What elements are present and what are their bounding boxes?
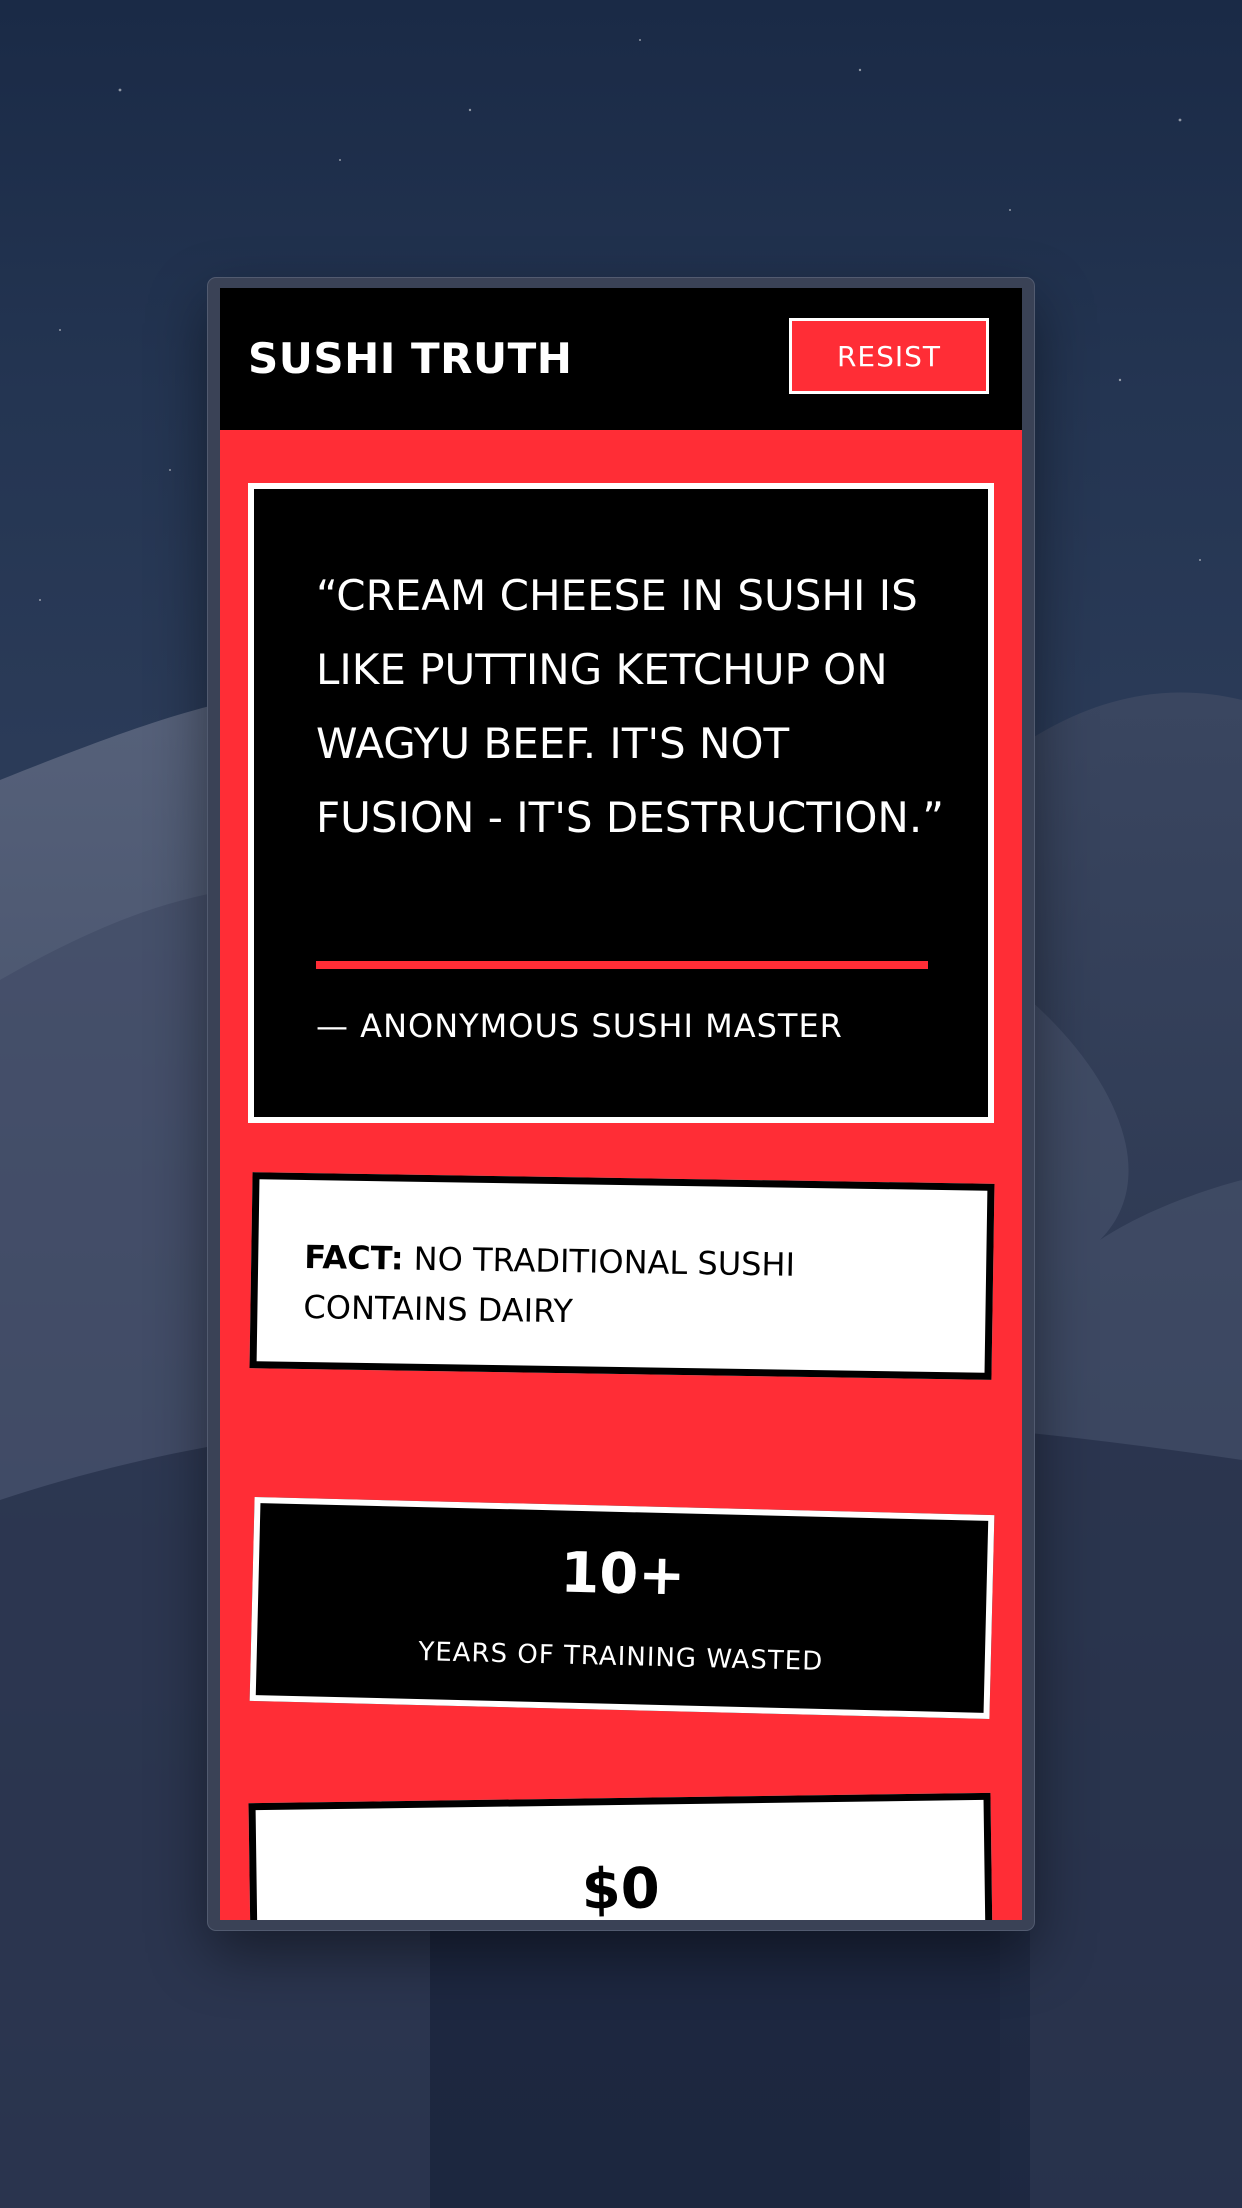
app-viewport[interactable]: SUSHI TRUTH RESIST “CREAM CHEESE IN SUSH… xyxy=(220,288,1022,1920)
stat-value: $0 xyxy=(581,1856,661,1920)
stat-value: 10+ xyxy=(559,1540,687,1609)
stat-card-training: 10+ YEARS OF TRAINING WASTED xyxy=(249,1496,995,1720)
resist-button[interactable]: RESIST xyxy=(789,318,989,394)
fact-card: FACT: NO TRADITIONAL SUSHI CONTAINS DAIR… xyxy=(249,1172,995,1380)
stat-label: YEARS OF TRAINING WASTED xyxy=(418,1637,824,1677)
quote-text: “CREAM CHEESE IN SUSHI IS LIKE PUTTING K… xyxy=(316,571,944,842)
quote-card: “CREAM CHEESE IN SUSHI IS LIKE PUTTING K… xyxy=(248,483,994,1123)
app-window: SUSHI TRUTH RESIST “CREAM CHEESE IN SUSH… xyxy=(208,278,1034,1930)
fact-text-block: FACT: NO TRADITIONAL SUSHI CONTAINS DAIR… xyxy=(303,1232,944,1342)
quote-attribution: — ANONYMOUS SUSHI MASTER xyxy=(316,1007,843,1045)
top-bar: SUSHI TRUTH RESIST xyxy=(220,288,1022,430)
brand-title: SUSHI TRUTH xyxy=(248,334,573,383)
stat-card-cost: $0 xyxy=(248,1792,994,1920)
quote-divider xyxy=(316,961,928,969)
fact-label: FACT: xyxy=(303,1238,404,1278)
